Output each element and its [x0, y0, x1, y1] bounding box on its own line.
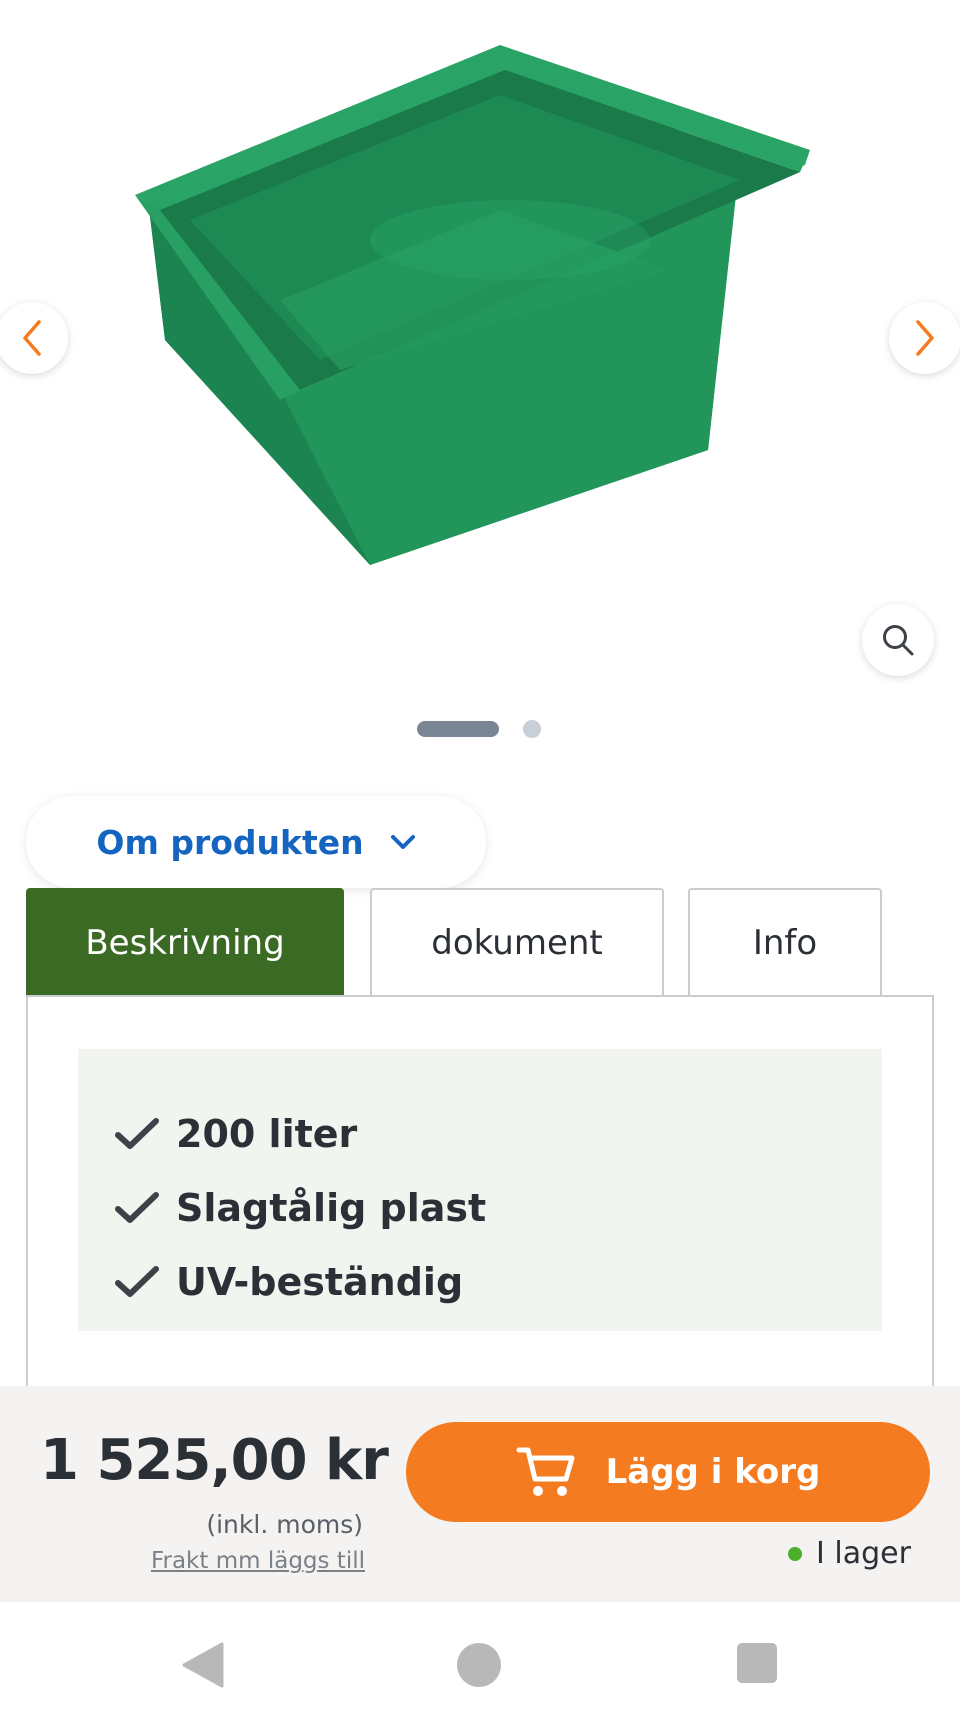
- check-icon: [114, 1191, 176, 1225]
- gallery-dot[interactable]: [523, 720, 541, 738]
- add-to-cart-button[interactable]: Lägg i korg: [406, 1422, 930, 1522]
- system-navigation-bar: [0, 1602, 960, 1725]
- list-item: 200 liter: [114, 1097, 846, 1171]
- stock-dot-icon: [788, 1546, 802, 1561]
- feature-list: 200 liter Slagtålig plast UV-beständig: [78, 1049, 882, 1331]
- about-product-label: Om produkten: [96, 822, 364, 862]
- tab-dokument[interactable]: dokument: [370, 888, 664, 996]
- chevron-right-icon: [916, 320, 934, 356]
- search-icon: [883, 625, 914, 656]
- purchase-bar: 1 525,00 kr (inkl. moms) Frakt mm läggs …: [0, 1386, 960, 1602]
- zoom-button[interactable]: [862, 604, 934, 676]
- chevron-down-icon: [390, 835, 415, 849]
- feature-text: UV-beständig: [176, 1260, 464, 1304]
- feature-text: 200 liter: [176, 1112, 358, 1156]
- gallery-next-button[interactable]: [889, 302, 960, 374]
- tab-info[interactable]: Info: [688, 888, 882, 996]
- back-icon[interactable]: [180, 1642, 226, 1688]
- home-icon[interactable]: [456, 1642, 502, 1688]
- feature-text: Slagtålig plast: [176, 1186, 487, 1230]
- list-item: UV-beständig: [114, 1245, 846, 1319]
- cart-icon: [516, 1447, 575, 1496]
- gallery-prev-button[interactable]: [0, 302, 68, 374]
- product-image: [135, 45, 810, 565]
- gallery-pagination: [417, 720, 541, 738]
- gallery-dot-active[interactable]: [417, 721, 499, 737]
- check-icon: [114, 1117, 176, 1151]
- shipping-link[interactable]: Frakt mm läggs till: [120, 1548, 365, 1574]
- list-item: Slagtålig plast: [114, 1171, 846, 1245]
- check-icon: [114, 1265, 176, 1299]
- stock-status: I lager: [788, 1536, 911, 1571]
- tab-panel-description: 200 liter Slagtålig plast UV-beständig: [26, 995, 934, 1415]
- product-gallery: [0, 0, 960, 760]
- chevron-left-icon: [23, 320, 41, 356]
- recents-icon[interactable]: [736, 1642, 778, 1684]
- about-product-toggle[interactable]: Om produkten: [26, 796, 486, 888]
- vat-note: (inkl. moms): [206, 1510, 363, 1539]
- add-to-cart-label: Lägg i korg: [605, 1452, 821, 1492]
- tab-beskrivning[interactable]: Beskrivning: [26, 888, 344, 996]
- stock-label: I lager: [816, 1536, 911, 1571]
- price: 1 525,00 kr: [40, 1428, 389, 1493]
